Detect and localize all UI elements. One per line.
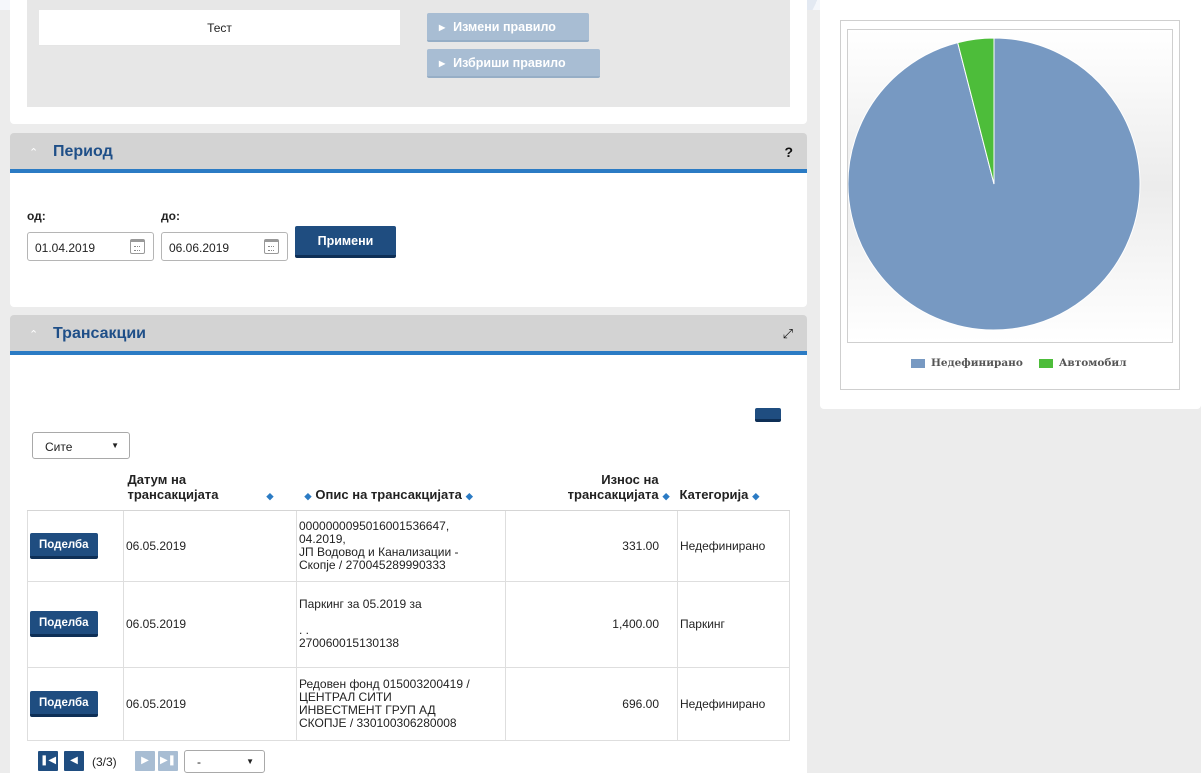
description-cell: Паркинг за 05.2019 за . . 27006001513013…: [296, 580, 506, 668]
calendar-icon[interactable]: [130, 239, 145, 254]
apply-button[interactable]: Примени: [295, 226, 396, 258]
category-cell[interactable]: Недефинирано: [677, 509, 790, 582]
table-row: Поделба 06.05.2019 Редовен фонд 01500320…: [27, 666, 790, 741]
header-description[interactable]: ◆ Опис на трансакцијата ◆: [296, 460, 506, 511]
filter-select[interactable]: Сите ▼: [32, 432, 130, 459]
chevron-up-icon[interactable]: ⌃: [29, 328, 38, 341]
split-button[interactable]: Поделба: [30, 690, 98, 717]
table-header-row: Датум на трансакцијата ◆ ◆ Опис на трансак…: [27, 460, 790, 511]
header-actions: [27, 460, 124, 511]
from-date-value: 01.04.2019: [35, 241, 96, 255]
header-amount[interactable]: Износ на трансакцијата ◆: [505, 460, 678, 511]
transactions-header[interactable]: ⌃ Трансакции ⤢: [10, 315, 807, 355]
edit-rule-button[interactable]: ▶ Измени правило: [427, 13, 589, 42]
previous-page-icon[interactable]: ◀: [64, 751, 84, 771]
date-cell: 06.05.2019: [123, 580, 297, 668]
to-label: до:: [161, 209, 180, 223]
legend-item[interactable]: Недефинирано: [911, 357, 1023, 369]
filter-value: Сите: [45, 440, 73, 454]
period-body: од: 01.04.2019 до: 06.06.2019 Примени: [10, 173, 807, 307]
description-cell: Редовен фонд 015003200419 / ЦЕНТРАЛ СИТИ…: [296, 666, 506, 741]
next-page-icon[interactable]: ▶: [135, 751, 155, 771]
caret-right-icon: ▶: [439, 23, 446, 32]
header-category[interactable]: Категорија ◆: [677, 460, 790, 511]
actions-cell: Поделба: [27, 509, 124, 582]
first-page-icon[interactable]: ❚◀: [38, 751, 58, 771]
from-date-field[interactable]: 01.04.2019: [27, 232, 154, 261]
split-button[interactable]: Поделба: [30, 532, 98, 559]
table-row: Поделба 06.05.2019 000000009501600153664…: [27, 509, 790, 582]
chart-legend: Недефинирано Автомобил: [911, 357, 1143, 369]
to-date-field[interactable]: 06.06.2019: [161, 232, 288, 261]
date-cell: 06.05.2019: [123, 509, 297, 582]
page-info: (3/3): [92, 755, 117, 769]
rules-box: Тест ▶ Измени правило ▶ Избриши правило: [27, 0, 790, 107]
chevron-up-icon[interactable]: ⌃: [29, 146, 38, 159]
amount-cell: 1,400.00: [505, 580, 678, 668]
period-title: Период: [53, 143, 113, 160]
caret-down-icon: ▼: [111, 441, 119, 450]
edit-rule-label: Измени правило: [453, 20, 556, 34]
sort-icon[interactable]: ◆: [663, 491, 670, 501]
description-cell: 0000000095016001536647, 04.2019, ЈП Водо…: [296, 509, 506, 582]
page-size-select[interactable]: - ▼: [184, 750, 265, 773]
transactions-title: Трансакции: [53, 325, 147, 342]
chart-frame: Недефинирано Автомобил: [840, 20, 1180, 390]
legend-label: Автомобил: [1058, 357, 1127, 369]
date-cell: 06.05.2019: [123, 666, 297, 741]
pie-chart: [847, 37, 1141, 331]
actions-cell: Поделба: [27, 580, 124, 668]
chart-panel: Недефинирано Автомобил: [820, 0, 1201, 409]
last-page-icon[interactable]: ▶❚: [158, 751, 178, 771]
from-label: од:: [27, 209, 46, 223]
amount-cell: 331.00: [505, 509, 678, 582]
export-button[interactable]: [755, 408, 781, 422]
amount-cell: 696.00: [505, 666, 678, 741]
sort-icon[interactable]: ◆: [267, 491, 274, 501]
page-size-value: -: [197, 755, 201, 769]
plot-area: [847, 29, 1173, 343]
table-row: Поделба 06.05.2019 Паркинг за 05.2019 за…: [27, 580, 790, 668]
transactions-table: Датум на трансакцијата ◆ ◆ Опис на трансак…: [27, 460, 790, 741]
sort-icon[interactable]: ◆: [305, 491, 312, 501]
delete-rule-label: Избриши правило: [453, 56, 566, 70]
legend-swatch: [1038, 358, 1053, 368]
category-cell[interactable]: Паркинг: [677, 580, 790, 668]
split-button[interactable]: Поделба: [30, 611, 98, 637]
sort-icon[interactable]: ◆: [752, 491, 759, 501]
category-cell[interactable]: Недефинирано: [677, 666, 790, 741]
actions-cell: Поделба: [27, 666, 124, 741]
calendar-icon[interactable]: [264, 239, 279, 254]
rules-panel: Тест ▶ Измени правило ▶ Избриши правило: [10, 0, 807, 124]
sort-icon[interactable]: ◆: [466, 491, 473, 501]
to-date-value: 06.06.2019: [169, 241, 230, 255]
expand-arrows-icon[interactable]: ⤢: [783, 326, 793, 342]
legend-swatch: [911, 358, 925, 368]
help-icon[interactable]: ?: [784, 144, 793, 160]
rule-item[interactable]: Тест: [39, 10, 400, 46]
caret-right-icon: ▶: [439, 59, 446, 68]
legend-label: Недефинирано: [931, 357, 1023, 369]
delete-rule-button[interactable]: ▶ Избриши правило: [427, 49, 600, 78]
period-header[interactable]: ⌃ Период ?: [10, 133, 807, 173]
header-date[interactable]: Датум на трансакцијата ◆: [123, 460, 297, 511]
caret-down-icon: ▼: [246, 757, 254, 766]
legend-item[interactable]: Автомобил: [1038, 357, 1127, 369]
